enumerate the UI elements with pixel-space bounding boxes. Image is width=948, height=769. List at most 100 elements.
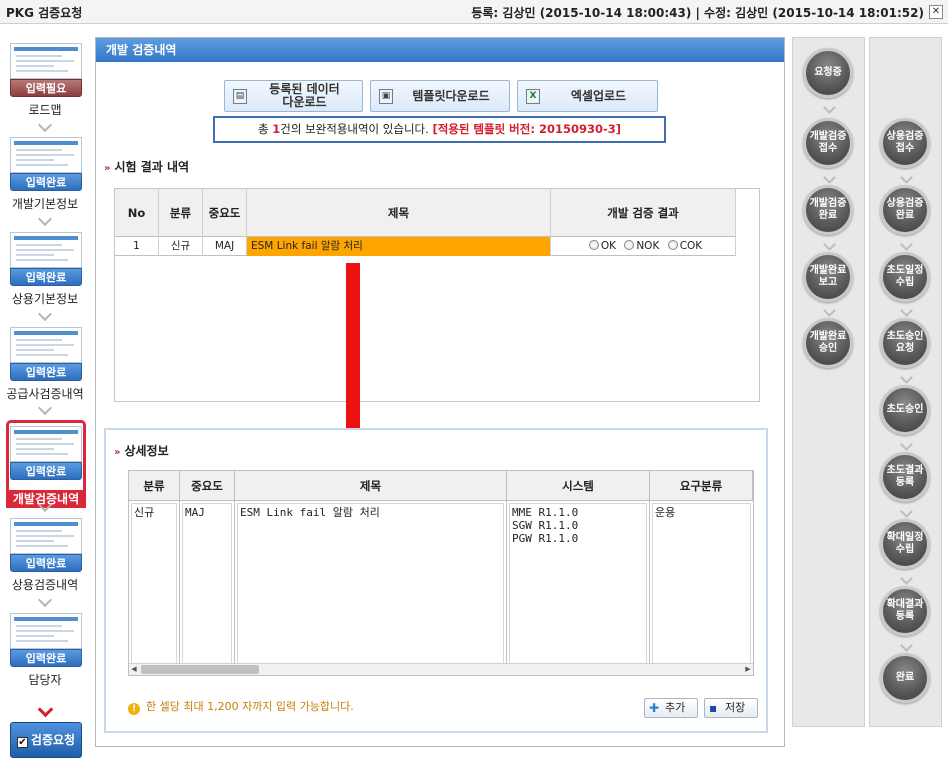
detail-priority-value: MAJ: [182, 503, 232, 667]
step-thumbnail: [10, 613, 82, 649]
registration-info: 등록: 김상민 (2015-10-14 18:00:43) | 수정: 김상민 …: [471, 6, 924, 20]
floppy-save-icon: ▪: [709, 701, 718, 715]
status-label: 완료: [895, 672, 915, 683]
status-label: 개발완료 승인: [809, 331, 847, 354]
status-initial-approval-request: 초도승인 요청: [880, 318, 930, 368]
horizontal-scrollbar[interactable]: ◀ ▶: [129, 663, 753, 675]
close-icon[interactable]: ✕: [929, 5, 943, 19]
verification-request-button[interactable]: ✔ 검증요청: [10, 722, 82, 758]
scrollbar-thumb[interactable]: [141, 665, 259, 674]
chevron-down-icon: [38, 122, 52, 136]
result-section-title: » 시험 결과 내역: [104, 158, 189, 175]
window-title: PKG 검증요청: [6, 6, 83, 20]
col-category: 분류: [159, 189, 203, 237]
status-dev-complete-report: 개발완료 보고: [803, 252, 853, 302]
status-dev-verify-received: 개발검증 접수: [803, 118, 853, 168]
scroll-right-icon[interactable]: ▶: [743, 664, 753, 675]
detail-cell-category[interactable]: 신규: [129, 501, 180, 669]
template-download-label: 템플릿다운로드: [412, 88, 490, 103]
status-label: 요청중: [814, 67, 842, 78]
cell-title[interactable]: ESM Link fail 알람 처리: [247, 237, 551, 256]
notice-prefix: 총: [258, 122, 273, 136]
status-initial-schedule: 초도일정 수립: [880, 252, 930, 302]
col-title: 제목: [247, 189, 551, 237]
chevron-down-icon: [38, 706, 52, 720]
scroll-left-icon[interactable]: ◀: [129, 664, 139, 675]
step-thumbnail: [10, 137, 82, 173]
col-priority: 중요도: [203, 189, 247, 237]
add-button[interactable]: ✚ 추가: [644, 698, 698, 718]
status-label: 개발완료 보고: [809, 265, 847, 288]
save-label: 저장: [725, 701, 746, 714]
download-registered-button[interactable]: ▤ 등록된 데이터 다운로드: [224, 80, 363, 112]
step-status-badge: 입력필요: [10, 79, 82, 97]
detail-col-system: 시스템: [507, 471, 650, 501]
step-thumbnail: [10, 327, 82, 363]
template-version: [적용된 템플릿 버전: 20150930-3]: [432, 122, 621, 136]
option-ok-label: OK: [600, 240, 616, 252]
status-expand-result: 확대결과 등록: [880, 586, 930, 636]
status-label: 개발검증 접수: [809, 131, 847, 154]
option-nok-label: NOK: [636, 240, 660, 252]
detail-section: » 상세정보 분류 중요도 제목 시스템 요구분류 신규 MAJ ESM Link…: [104, 428, 768, 733]
section-marker-icon: »: [104, 163, 111, 174]
status-label: 초도결과 등록: [886, 465, 924, 488]
detail-cell-system[interactable]: MME R1.1.0 SGW R1.1.0 PGW R1.1.0: [507, 501, 650, 669]
chevron-down-icon: [38, 311, 52, 325]
radio-cok[interactable]: [667, 240, 678, 250]
status-requesting: 요청중: [803, 48, 853, 98]
cell-dev-result: OK NOK COK: [551, 237, 736, 256]
table-header: No 분류 중요도 제목 개발 검증 결과: [115, 189, 736, 237]
status-label: 상용검증 완료: [886, 198, 924, 221]
dev-verification-panel: 개발 검증내역 ▤ 등록된 데이터 다운로드 ▣ 템플릿다운로드 X 엑셀업로드…: [95, 37, 785, 747]
detail-title-value: ESM Link fail 알람 처리: [237, 503, 504, 667]
status-expand-schedule: 확대일정 수립: [880, 519, 930, 569]
status-com-verify-received: 상용검증 접수: [880, 118, 930, 168]
title-bar: PKG 검증요청 등록: 김상민 (2015-10-14 18:00:43) |…: [0, 0, 948, 24]
template-icon: ▣: [379, 89, 393, 104]
plus-icon: ✚: [649, 701, 660, 715]
status-label: 확대결과 등록: [886, 599, 924, 622]
detail-cell-title[interactable]: ESM Link fail 알람 처리: [235, 501, 507, 669]
status-label: 초도승인 요청: [886, 331, 924, 354]
step-status-badge: 입력완료: [10, 363, 82, 381]
step-status-badge: 입력완료: [10, 173, 82, 191]
detail-grid: 분류 중요도 제목 시스템 요구분류 신규 MAJ ESM Link fail …: [128, 470, 754, 676]
status-initial-result: 초도결과 등록: [880, 452, 930, 502]
status-label: 개발검증 완료: [809, 198, 847, 221]
status-dev-complete-approval: 개발완료 승인: [803, 318, 853, 368]
template-download-button[interactable]: ▣ 템플릿다운로드: [370, 80, 510, 112]
detail-col-req-type: 요구분류: [650, 471, 753, 501]
radio-ok[interactable]: [588, 240, 599, 250]
step-thumbnail: [10, 518, 82, 554]
chevron-down-icon: [38, 597, 52, 611]
cell-priority: MAJ: [203, 237, 247, 256]
detail-cell-priority[interactable]: MAJ: [180, 501, 235, 669]
warning-icon: !: [128, 703, 140, 715]
save-button[interactable]: ▪ 저장: [704, 698, 758, 718]
status-initial-approval: 초도승인: [880, 385, 930, 435]
radio-nok[interactable]: [624, 240, 635, 250]
excel-upload-label: 엑셀업로드: [570, 88, 627, 103]
step-label: 개발기본정보: [11, 197, 79, 211]
excel-upload-button[interactable]: X 엑셀업로드: [517, 80, 658, 112]
panel-header: 개발 검증내역: [96, 38, 784, 62]
download-registered-label: 등록된 데이터 다운로드: [269, 82, 340, 109]
section-marker-icon: »: [114, 447, 121, 458]
col-dev-result: 개발 검증 결과: [551, 189, 736, 237]
step-label: 공급사검증내역: [6, 387, 84, 401]
option-cok-label: COK: [679, 240, 703, 252]
status-label: 상용검증 접수: [886, 131, 924, 154]
notice-text: 건의 보완적용내역이 있습니다.: [280, 122, 433, 136]
detail-cell-req-type[interactable]: 운용: [650, 501, 753, 669]
detail-category-value: 신규: [131, 503, 177, 667]
status-dev-verify-complete: 개발검증 완료: [803, 185, 853, 235]
chevron-down-icon: [38, 502, 52, 516]
step-thumbnail: [10, 232, 82, 268]
step-label: 담당자: [28, 673, 62, 687]
result-table: No 분류 중요도 제목 개발 검증 결과 1 신규 MAJ ESM Link …: [114, 188, 760, 402]
table-row[interactable]: 1 신규 MAJ ESM Link fail 알람 처리 OK NOK COK: [115, 237, 736, 256]
step-thumbnail: [10, 43, 82, 79]
verification-request-label: 검증요청: [30, 733, 76, 747]
status-label: 초도일정 수립: [886, 265, 924, 288]
